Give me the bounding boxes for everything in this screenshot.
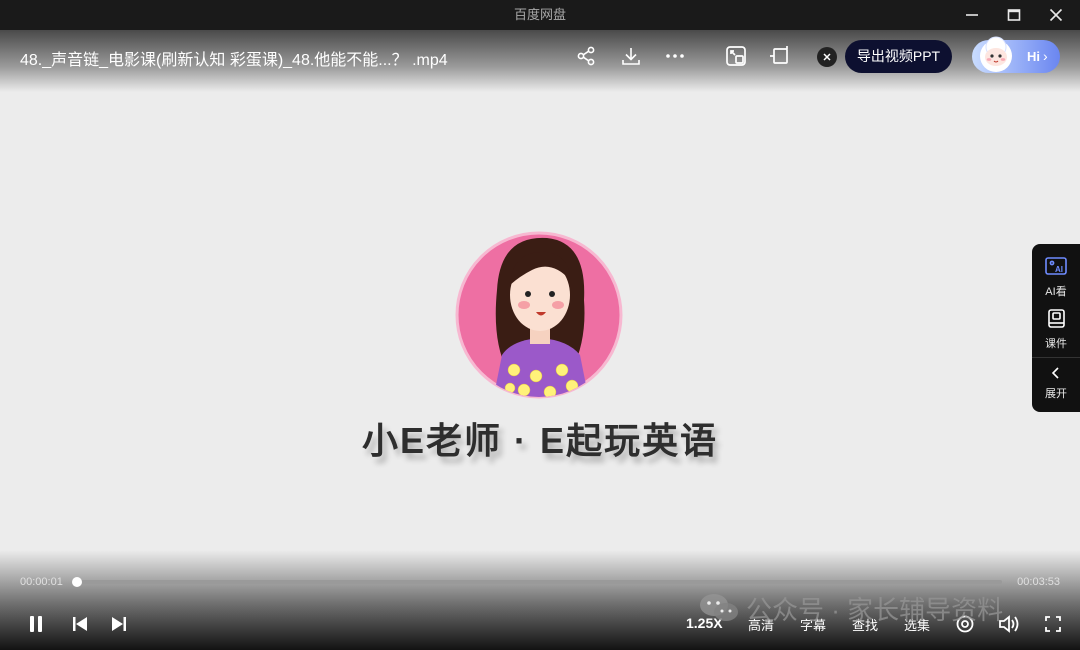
video-file-title: 48._声音链_电影课(刷新认知 彩蛋课)_48.他能不能...？ .mp4 (20, 52, 448, 69)
more-icon (666, 54, 684, 58)
watermark-text: 公众号 · 家长辅导资料 (746, 594, 1004, 625)
progress-bar[interactable] (77, 580, 1002, 584)
pause-button[interactable] (23, 612, 49, 636)
share-icon (577, 46, 595, 66)
pause-icon (30, 616, 42, 632)
book-icon (1048, 309, 1065, 328)
close-icon (1049, 8, 1063, 22)
share-button[interactable] (572, 42, 600, 70)
assistant-label: Hi (1027, 49, 1040, 64)
download-icon (622, 48, 640, 65)
app-title: 百度网盘 (513, 7, 566, 22)
close-window-button[interactable] (1035, 0, 1077, 30)
window-titlebar: 百度网盘 (0, 0, 1080, 30)
close-icon (823, 53, 831, 61)
skip-previous-icon (73, 617, 87, 631)
chevron-right-icon: › (1043, 48, 1048, 64)
wechat-watermark: 公众号 · 家长辅导资料 (698, 588, 1003, 628)
skip-next-icon (112, 617, 126, 631)
export-video-ppt-button[interactable]: 导出视频PPT (845, 40, 952, 73)
minimize-button[interactable] (951, 0, 993, 30)
assistant-avatar-icon (980, 36, 1012, 72)
ai-watch-label: AI看 (1045, 286, 1067, 298)
fullscreen-button[interactable] (1040, 612, 1066, 636)
pip-icon (726, 46, 746, 66)
svg-text:AI: AI (1055, 265, 1063, 274)
ai-image-icon: AI (1045, 257, 1067, 275)
current-time: 00:00:01 (20, 576, 63, 588)
progress-handle[interactable] (72, 577, 82, 587)
more-button[interactable] (661, 42, 689, 70)
ai-watch-button[interactable]: AI AI看 (1032, 256, 1080, 299)
courseware-label: 课件 (1045, 338, 1067, 350)
brand-text: 小E老师 · E起玩英语 (361, 420, 719, 461)
teacher-avatar-logo (455, 231, 623, 399)
close-export-button[interactable] (817, 47, 837, 67)
chevron-left-icon (1051, 367, 1059, 379)
expand-button[interactable]: 展开 (1032, 366, 1080, 401)
video-surface[interactable]: 小E老师 · E起玩英语 48._声音链_电影课(刷新认知 彩蛋课)_48.他能… (0, 30, 1080, 650)
download-button[interactable] (617, 42, 645, 70)
expand-label: 展开 (1045, 388, 1067, 400)
crop-button[interactable] (766, 42, 794, 70)
side-panel: AI AI看 课件 展开 (1032, 244, 1080, 412)
crop-icon (770, 46, 788, 64)
total-time: 00:03:53 (1017, 576, 1060, 588)
side-panel-divider (1032, 357, 1080, 358)
maximize-button[interactable] (993, 0, 1035, 30)
next-button[interactable] (106, 612, 132, 636)
maximize-icon (1007, 9, 1021, 21)
minimize-icon (966, 14, 978, 16)
courseware-button[interactable]: 课件 (1032, 308, 1080, 351)
fullscreen-icon (1045, 616, 1061, 632)
assistant-hi-button[interactable]: Hi › (972, 36, 1060, 73)
picture-in-picture-button[interactable] (722, 42, 750, 70)
previous-button[interactable] (67, 612, 93, 636)
wechat-icon (700, 594, 738, 621)
